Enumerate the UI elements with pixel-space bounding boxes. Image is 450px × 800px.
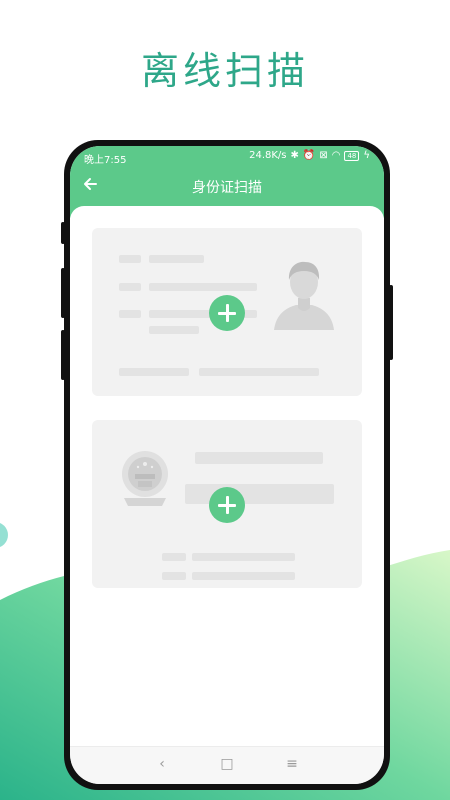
phone-side-button bbox=[61, 222, 65, 244]
wifi-icon: ◠ bbox=[331, 150, 341, 161]
nav-menu-button[interactable]: ≡ bbox=[282, 756, 302, 772]
network-speed: 24.8K/s bbox=[249, 150, 287, 161]
person-avatar-icon bbox=[274, 261, 334, 330]
placeholder-line bbox=[199, 368, 319, 376]
placeholder-line bbox=[119, 310, 141, 318]
plus-icon[interactable] bbox=[209, 295, 245, 331]
headline-title: 离线扫描 bbox=[140, 49, 309, 93]
placeholder-line bbox=[192, 553, 295, 561]
charging-icon: ϟ bbox=[363, 150, 370, 161]
placeholder-line bbox=[149, 326, 199, 334]
status-bar: 晚上7:55 24.8K/s ✱ ⏰ ⊠ ◠ 48 ϟ bbox=[70, 146, 384, 168]
placeholder-line bbox=[119, 368, 189, 376]
national-emblem-icon bbox=[122, 451, 168, 506]
status-right: 24.8K/s ✱ ⏰ ⊠ ◠ 48 ϟ bbox=[249, 150, 370, 161]
id-front-card[interactable] bbox=[92, 228, 362, 396]
alarm-icon: ⏰ bbox=[302, 150, 316, 161]
page-title: 身份证扫描 bbox=[192, 180, 262, 196]
sim-icon: ⊠ bbox=[319, 150, 328, 161]
plus-icon[interactable] bbox=[209, 487, 245, 523]
placeholder-line bbox=[185, 484, 334, 504]
placeholder-line bbox=[162, 572, 186, 580]
placeholder-line bbox=[149, 255, 204, 263]
scan-content bbox=[70, 206, 384, 754]
phone-side-button bbox=[61, 330, 65, 380]
bluetooth-icon: ✱ bbox=[290, 150, 299, 161]
placeholder-line bbox=[192, 572, 295, 580]
placeholder-line bbox=[119, 255, 141, 263]
id-back-card[interactable] bbox=[92, 420, 362, 588]
nav-home-button[interactable]: □ bbox=[217, 756, 237, 772]
system-nav-bar: ‹ □ ≡ bbox=[70, 746, 384, 784]
status-time: 晚上7:55 bbox=[84, 155, 127, 166]
placeholder-line bbox=[162, 553, 186, 561]
placeholder-line bbox=[195, 452, 323, 464]
placeholder-line bbox=[119, 283, 141, 291]
phone-screen: 晚上7:55 24.8K/s ✱ ⏰ ⊠ ◠ 48 ϟ 身份证扫描 ‹ □ ≡ bbox=[70, 146, 384, 784]
phone-side-button bbox=[61, 268, 65, 318]
battery-icon: 48 bbox=[344, 150, 360, 161]
nav-back-button[interactable]: ‹ bbox=[152, 756, 172, 772]
placeholder-line bbox=[149, 283, 257, 291]
phone-side-button bbox=[389, 285, 393, 360]
